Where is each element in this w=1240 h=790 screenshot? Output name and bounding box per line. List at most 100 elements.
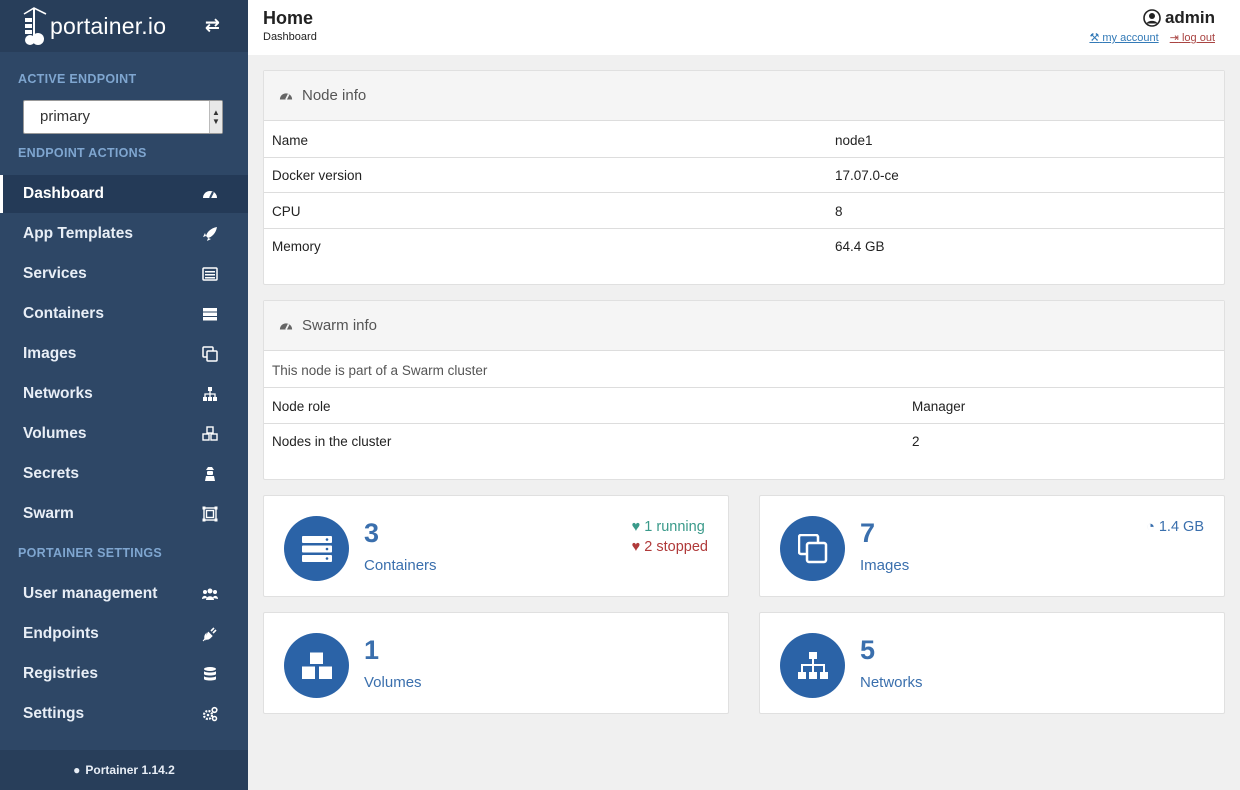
sidebar-item-services[interactable]: Services [0, 255, 248, 293]
table-row: CPU 8 [264, 194, 1224, 229]
sidebar-item-label: Images [23, 345, 77, 362]
stopped-count: 2 stopped [644, 539, 708, 555]
clone-icon [780, 516, 845, 581]
sidebar: portainer.io ⇄ ACTIVE ENDPOINT primary ▲… [0, 0, 248, 790]
page-header: Home Dashboard admin ⚒ my account ⇥ log … [248, 0, 1240, 55]
row-value: Manager [912, 398, 966, 414]
user-display: admin [1143, 8, 1215, 28]
cubes-icon [284, 633, 349, 698]
sidebar-item-label: User management [23, 585, 158, 602]
tachometer-icon [279, 92, 293, 100]
sidebar-item-endpoints[interactable]: Endpoints [0, 615, 248, 653]
header-links: ⚒ my account ⇥ log out [1081, 31, 1215, 44]
heartbeat-icon: ♥ [631, 519, 641, 535]
node-info-panel: Node info Name node1 Docker version 17.0… [263, 70, 1225, 285]
sidebar-item-secrets[interactable]: Secrets [0, 455, 248, 493]
networks-label: Networks [860, 674, 923, 691]
swarm-info-panel: Swarm info This node is part of a Swarm … [263, 300, 1225, 480]
table-row: Memory 64.4 GB [264, 229, 1224, 264]
node-info-title: Node info [302, 87, 367, 104]
networks-count: 5 [860, 635, 876, 665]
row-key: Name [272, 132, 309, 148]
object-group-icon [202, 506, 218, 522]
row-key: Memory [272, 239, 321, 254]
exchange-icon[interactable]: ⇄ [205, 15, 220, 36]
sitemap-icon [780, 633, 845, 698]
sidebar-footer: ● Portainer 1.14.2 [0, 750, 248, 790]
cogs-icon [202, 706, 218, 722]
sitemap-icon [203, 387, 217, 401]
sidebar-item-settings[interactable]: Settings [0, 695, 248, 733]
tachometer-icon [279, 322, 293, 330]
row-key: Nodes in the cluster [272, 434, 392, 449]
sidebar-item-label: App Templates [23, 225, 133, 242]
select-arrow-icon: ▲ ▼ [209, 101, 222, 133]
brand[interactable]: portainer.io ⇄ [0, 0, 248, 52]
images-widget[interactable]: 7 Images ◔ 1.4 GB [759, 495, 1225, 597]
rocket-icon [203, 227, 217, 241]
endpoint-select-value: primary [40, 108, 91, 125]
sidebar-item-dashboard[interactable]: Dashboard [0, 175, 248, 213]
sidebar-item-label: Settings [23, 705, 85, 722]
portainer-logo-icon [23, 7, 47, 45]
plug-icon [202, 627, 217, 642]
brand-name: portainer.io [50, 12, 167, 39]
sidebar-item-networks[interactable]: Networks [0, 375, 248, 413]
row-value: 2 [912, 434, 920, 449]
list-alt-icon [202, 267, 218, 281]
sidebar-item-label: Endpoints [23, 625, 99, 642]
node-info-header: Node info [264, 71, 1224, 121]
sign-out-icon: ⇥ [1169, 32, 1179, 44]
containers-widget[interactable]: 3 Containers ♥ 1 running ♥ 2 stopped [263, 495, 729, 597]
volumes-widget[interactable]: 1 Volumes [263, 612, 729, 714]
swarm-note: This node is part of a Swarm cluster [272, 362, 488, 378]
my-account-link[interactable]: ⚒ my account [1089, 32, 1158, 44]
heartbeat-icon: ♥ [631, 539, 641, 555]
pie-chart-icon: ◔ [1146, 519, 1155, 535]
containers-status: ♥ 1 running ♥ 2 stopped [632, 517, 708, 557]
sidebar-item-containers[interactable]: Containers [0, 295, 248, 333]
page-title: Home [263, 8, 314, 28]
volumes-label: Volumes [364, 674, 422, 691]
sidebar-item-label: Containers [23, 305, 104, 322]
version-label: Portainer 1.14.2 [85, 763, 175, 777]
table-row: Nodes in the cluster 2 [264, 424, 1224, 459]
images-count: 7 [860, 518, 876, 548]
sidebar-item-app-templates[interactable]: App Templates [0, 215, 248, 253]
sidebar-item-label: Swarm [23, 505, 74, 522]
database-icon [204, 667, 216, 681]
row-value: 8 [835, 203, 843, 219]
row-value: 64.4 GB [835, 239, 885, 254]
user-secret-icon [205, 467, 215, 481]
containers-label: Containers [364, 557, 437, 574]
images-size: ◔ 1.4 GB [1146, 517, 1204, 537]
networks-widget[interactable]: 5 Networks [759, 612, 1225, 714]
table-row: Docker version 17.07.0-ce [264, 158, 1224, 193]
sidebar-item-images[interactable]: Images [0, 335, 248, 373]
row-value: 17.07.0-ce [835, 167, 899, 183]
username: admin [1164, 8, 1215, 27]
server-icon [284, 516, 349, 581]
sidebar-item-user-management[interactable]: User management [0, 575, 248, 613]
sidebar-item-swarm[interactable]: Swarm [0, 495, 248, 533]
cubes-icon [202, 426, 218, 441]
endpoint-select[interactable]: primary ▲ ▼ [23, 100, 223, 134]
sidebar-item-volumes[interactable]: Volumes [0, 415, 248, 453]
log-out-link[interactable]: ⇥ log out [1170, 32, 1215, 44]
sidebar-item-label: Networks [23, 385, 93, 402]
sidebar-item-label: Services [23, 265, 87, 282]
users-icon [202, 588, 218, 600]
sidebar-item-label: Volumes [23, 425, 87, 442]
sidebar-item-registries[interactable]: Registries [0, 655, 248, 693]
sidebar-item-label: Registries [23, 665, 98, 682]
breadcrumb: Dashboard [263, 31, 317, 43]
swarm-info-header: Swarm info [264, 301, 1224, 351]
images-size-value: 1.4 GB [1158, 519, 1204, 535]
sidebar-item-label: Secrets [23, 465, 80, 482]
table-row: This node is part of a Swarm cluster [264, 353, 1224, 388]
row-key: CPU [272, 203, 301, 219]
clone-icon [202, 346, 218, 362]
log-out-label: log out [1181, 32, 1215, 44]
table-row: Name node1 [264, 123, 1224, 158]
volumes-count: 1 [364, 635, 380, 665]
